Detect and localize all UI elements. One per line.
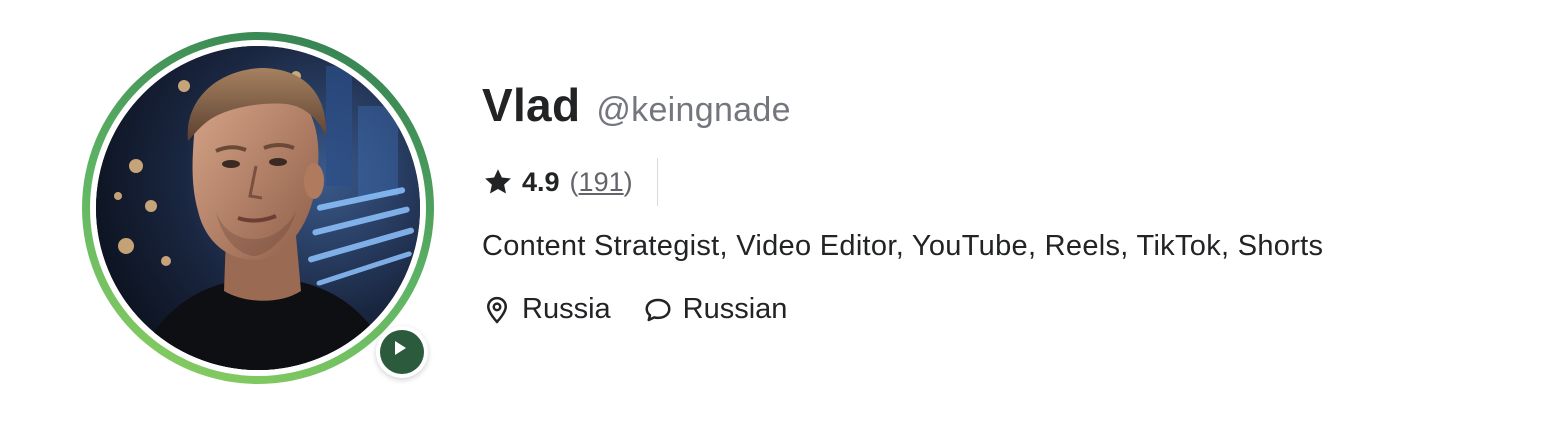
- star-icon: [485, 169, 511, 194]
- avatar-photo: [96, 46, 420, 370]
- location-item: Russia: [482, 293, 611, 326]
- divider: [656, 158, 658, 206]
- language-item: Russian: [643, 293, 788, 326]
- speech-bubble-icon: [645, 298, 671, 321]
- review-count[interactable]: (191): [570, 167, 633, 198]
- seller-name[interactable]: Vlad: [482, 78, 580, 132]
- location-label: Russia: [522, 293, 611, 325]
- rating-row: 4.9 (191): [482, 158, 1323, 206]
- location-pin-icon: [486, 296, 508, 324]
- seller-username: @keingnade: [596, 91, 791, 129]
- avatar[interactable]: [82, 32, 434, 384]
- rating-value: 4.9: [522, 166, 560, 197]
- play-icon: [395, 341, 406, 355]
- language-label: Russian: [682, 293, 788, 325]
- name-row: Vlad @keingnade: [482, 78, 1323, 140]
- review-count-link[interactable]: 191: [579, 167, 624, 197]
- seller-profile-card: Vlad @keingnade 4.9 (191) Content Strate…: [0, 0, 1554, 430]
- play-video-button[interactable]: [376, 326, 428, 378]
- seller-tagline: Content Strategist, Video Editor, YouTub…: [482, 230, 1324, 262]
- seller-meta: Russia Russian: [482, 293, 1323, 326]
- profile-info: Vlad @keingnade 4.9 (191) Content Strate…: [482, 78, 1323, 326]
